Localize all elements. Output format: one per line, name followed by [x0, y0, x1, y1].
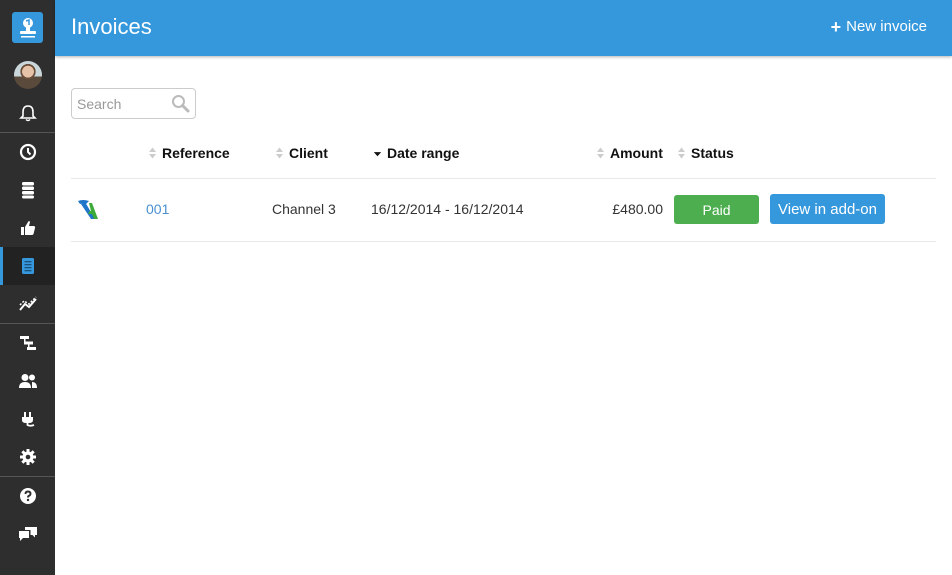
sidebar-item-feedback[interactable]: [0, 515, 55, 553]
date-range-cell: 16/12/2014 - 16/12/2014: [371, 201, 524, 217]
amount-cell: £480.00: [612, 201, 663, 217]
column-label: Amount: [610, 145, 663, 161]
sort-both-icon: [149, 147, 156, 159]
sidebar-item-reports[interactable]: [0, 285, 55, 323]
sort-both-icon: [276, 147, 283, 159]
thumbs-up-icon: [20, 221, 35, 235]
sidebar-item-notifications[interactable]: [0, 94, 55, 132]
sidebar-item-help[interactable]: [0, 477, 55, 515]
sidebar-item-settings[interactable]: [0, 438, 55, 476]
column-label: Client: [289, 145, 328, 161]
plus-icon: +: [830, 16, 842, 37]
sidebar-item-approvals[interactable]: [0, 209, 55, 247]
sidebar: [0, 0, 55, 575]
help-icon: [19, 488, 36, 504]
gantt-icon: [19, 336, 36, 350]
column-label: Status: [691, 145, 734, 161]
chart-line-icon: [18, 296, 37, 311]
column-header-date-range[interactable]: Date range: [373, 145, 459, 161]
sort-both-icon: [597, 147, 604, 159]
gear-icon: [19, 449, 36, 465]
users-icon: [18, 374, 37, 388]
sidebar-item-invoices[interactable]: [0, 247, 55, 285]
addon-logo-icon: [78, 200, 98, 219]
clock-icon: [19, 143, 36, 161]
chat-icon: [18, 527, 37, 541]
view-in-add-on-button[interactable]: View in add-on: [770, 194, 885, 224]
stamp-logo-icon: [19, 17, 36, 37]
table-divider: [71, 241, 936, 242]
sidebar-item-expenses[interactable]: [0, 171, 55, 209]
search-box: [71, 88, 196, 119]
column-label: Reference: [162, 145, 230, 161]
sidebar-item-time[interactable]: [0, 133, 55, 171]
sidebar-item-projects[interactable]: [0, 324, 55, 362]
invoice-reference-link[interactable]: 001: [146, 201, 169, 217]
column-header-client[interactable]: Client: [275, 145, 328, 161]
bell-icon: [18, 105, 37, 122]
search-icon[interactable]: [171, 94, 190, 113]
column-header-status[interactable]: Status: [677, 145, 734, 161]
sidebar-item-people[interactable]: [0, 362, 55, 400]
user-avatar[interactable]: [14, 61, 42, 89]
database-icon: [21, 182, 34, 199]
sort-both-icon: [678, 147, 685, 159]
page-title: Invoices: [71, 14, 152, 39]
column-header-reference[interactable]: Reference: [148, 145, 230, 161]
invoice-icon: [21, 258, 34, 274]
plug-icon: [21, 412, 34, 427]
column-header-amount[interactable]: Amount: [596, 145, 663, 161]
column-label: Date range: [387, 145, 460, 161]
search-input[interactable]: [72, 89, 167, 118]
app-logo[interactable]: [12, 12, 43, 43]
top-header: Invoices + New invoice: [55, 0, 952, 56]
sort-desc-icon: [373, 152, 382, 157]
new-invoice-label: New invoice: [846, 18, 927, 35]
table-divider: [71, 178, 936, 179]
new-invoice-button[interactable]: + New invoice: [830, 16, 927, 37]
sidebar-item-add-ons[interactable]: [0, 400, 55, 438]
status-badge: Paid: [674, 195, 759, 224]
client-cell: Channel 3: [272, 201, 336, 217]
